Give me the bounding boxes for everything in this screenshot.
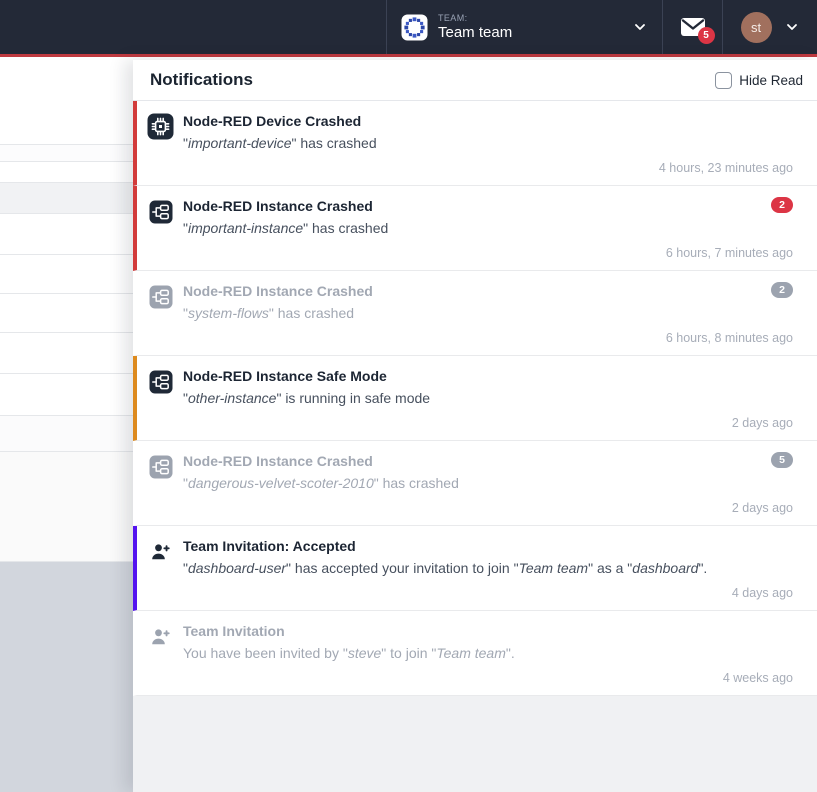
notification-body: Node-RED Instance Safe Mode "other-insta… [183,367,784,408]
navbar-spacer [0,0,386,54]
team-selector[interactable]: TEAM: Team team [386,0,662,54]
device-icon [147,112,174,153]
chevron-down-icon [632,19,648,35]
notification-message: You have been invited by "steve" to join… [183,644,784,663]
team-label: TEAM: [438,13,622,23]
notification-body: Team Invitation You have been invited by… [183,622,784,663]
user-menu-button[interactable]: st [722,0,817,54]
notification-body: Node-RED Instance Crashed "system-flows"… [183,282,762,323]
app-window: TEAM: Team team 5 st No [0,0,817,792]
notification-title: Node-RED Instance Crashed [183,197,762,216]
notification-timestamp: 2 days ago [183,415,793,431]
top-navbar: TEAM: Team team 5 st [0,0,817,57]
team-avatar-icon [401,14,428,41]
notification-title: Team Invitation [183,622,784,641]
notification-message: "dashboard-user" has accepted your invit… [183,559,784,578]
notification-message: "dangerous-velvet-scoter-2010" has crash… [183,474,762,493]
notification-body: Node-RED Device Crashed "important-devic… [183,112,784,153]
notification-timestamp: 4 weeks ago [183,670,793,686]
team-meta: TEAM: Team team [438,13,622,41]
notifications-header: Notifications Hide Read [133,60,817,101]
notification-title: Node-RED Instance Safe Mode [183,367,784,386]
notifications-inbox-button[interactable]: 5 [662,0,722,54]
hide-read-label: Hide Read [739,73,803,88]
notification-body: Node-RED Instance Crashed "important-ins… [183,197,762,238]
instance-icon [147,452,174,493]
notification-item[interactable]: Node-RED Instance Crashed "important-ins… [133,186,817,271]
notification-item[interactable]: Node-RED Instance Crashed "dangerous-vel… [133,441,817,526]
user-avatar: st [741,12,772,43]
notifications-panel: Notifications Hide Read Node-RED Device … [133,60,817,792]
notification-count-badge: 5 [771,452,793,468]
notification-timestamp: 4 days ago [183,585,793,601]
notification-list: Node-RED Device Crashed "important-devic… [133,101,817,696]
notification-item[interactable]: Team Invitation You have been invited by… [133,611,817,696]
notification-message: "system-flows" has crashed [183,304,762,323]
notification-item[interactable]: Node-RED Instance Crashed "system-flows"… [133,271,817,356]
chevron-down-icon [784,19,800,35]
user-add-icon [147,537,174,578]
unread-count-badge: 5 [698,27,715,44]
notification-title: Team Invitation: Accepted [183,537,784,556]
hide-read-toggle[interactable]: Hide Read [715,72,803,89]
notification-body: Node-RED Instance Crashed "dangerous-vel… [183,452,762,493]
notification-timestamp: 4 hours, 23 minutes ago [183,160,793,176]
notification-timestamp: 6 hours, 8 minutes ago [183,330,793,346]
notification-item[interactable]: Node-RED Instance Safe Mode "other-insta… [133,356,817,441]
instance-icon [147,282,174,323]
notification-message: "important-device" has crashed [183,134,784,153]
notification-message: "other-instance" is running in safe mode [183,389,784,408]
panel-empty-area [133,696,817,792]
team-name: Team team [438,24,622,41]
notification-count-badge: 2 [771,197,793,213]
notification-item[interactable]: Team Invitation: Accepted "dashboard-use… [133,526,817,611]
notification-title: Node-RED Device Crashed [183,112,784,131]
notification-count-badge: 2 [771,282,793,298]
notification-body: Team Invitation: Accepted "dashboard-use… [183,537,784,578]
notification-timestamp: 2 days ago [183,500,793,516]
notification-message: "important-instance" has crashed [183,219,762,238]
instance-icon [147,367,174,408]
notification-item[interactable]: Node-RED Device Crashed "important-devic… [133,101,817,186]
notification-title: Node-RED Instance Crashed [183,282,762,301]
hide-read-checkbox[interactable] [715,72,732,89]
instance-icon [147,197,174,238]
notification-title: Node-RED Instance Crashed [183,452,762,471]
panel-title: Notifications [150,70,715,90]
notification-timestamp: 6 hours, 7 minutes ago [183,245,793,261]
user-add-icon [147,622,174,663]
